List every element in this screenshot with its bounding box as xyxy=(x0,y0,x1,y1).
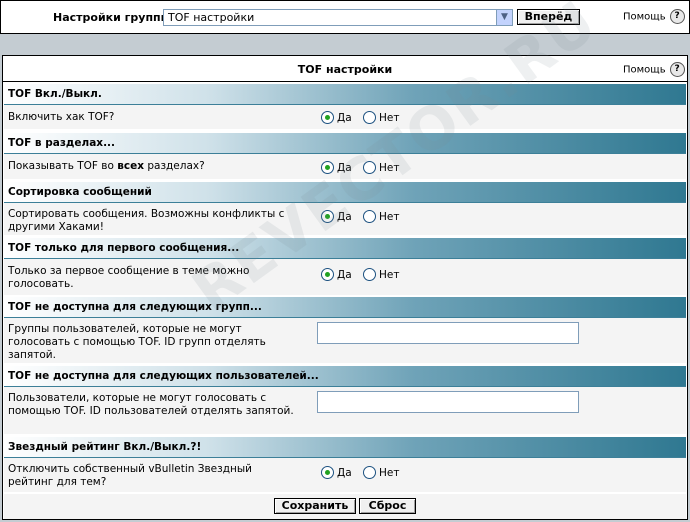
save-button[interactable]: Сохранить xyxy=(274,498,356,514)
radio-yes-label: Да xyxy=(337,210,352,223)
form-footer: Сохранить Сброс xyxy=(4,494,686,519)
setting-row-excluded-groups: Группы пользователей, которые не могут г… xyxy=(4,318,686,364)
desc-text: разделах? xyxy=(144,160,205,172)
next-button[interactable]: Вперёд xyxy=(517,9,580,25)
radio-group-disable-star-rating: Да Нет xyxy=(321,466,407,479)
setting-row-enable-tof: Включить хак TOF? Да Нет xyxy=(4,105,686,130)
section-title: Сортировка сообщений xyxy=(8,186,152,198)
desc-text: Показывать TOF во xyxy=(8,160,118,172)
help-icon: ? xyxy=(669,62,685,77)
radio-no[interactable] xyxy=(362,210,376,223)
group-settings-bar: Настройки группы TOF настройки ▼ Вперёд … xyxy=(0,0,690,34)
radio-no-label: Нет xyxy=(378,268,400,281)
radio-no[interactable] xyxy=(362,161,376,174)
excluded-groups-input[interactable] xyxy=(317,322,579,344)
setting-row-excluded-users: Пользователи, которые не могут голосоват… xyxy=(4,387,686,435)
top-help-label: Помощь xyxy=(623,11,666,23)
setting-description: Только за первое сообщение в теме можно … xyxy=(8,265,250,290)
radio-no-label: Нет xyxy=(378,161,400,174)
reset-button[interactable]: Сброс xyxy=(359,498,416,514)
radio-no[interactable] xyxy=(362,466,376,479)
setting-description: Пользователи, которые не могут голосоват… xyxy=(8,392,294,417)
desc-bold: всех xyxy=(117,160,145,172)
panel-title: TOF настройки xyxy=(297,63,393,76)
radio-yes[interactable] xyxy=(321,161,334,174)
section-title: TOF только для первого сообщения... xyxy=(8,242,240,254)
panel-help-link[interactable]: Помощь? xyxy=(623,62,685,77)
radio-yes[interactable] xyxy=(321,268,334,281)
radio-yes[interactable] xyxy=(321,210,334,223)
radio-yes-label: Да xyxy=(337,268,352,281)
radio-group-first-post-only: Да Нет xyxy=(321,268,407,281)
setting-row-show-all-forums: Показывать TOF во всех разделах? Да Нет xyxy=(4,154,686,180)
setting-row-first-post-only: Только за первое сообщение в теме можно … xyxy=(4,259,686,296)
radio-yes-label: Да xyxy=(337,161,352,174)
top-help-link[interactable]: Помощь? xyxy=(623,9,685,24)
setting-description: Группы пользователей, которые не могут г… xyxy=(8,323,266,361)
radio-group-show-all-forums: Да Нет xyxy=(321,161,407,174)
section-header-excluded-users: TOF не доступна для следующих пользовате… xyxy=(4,366,686,387)
section-title: TOF в разделах... xyxy=(8,137,116,149)
setting-row-disable-star-rating: Отключить собственный vBulletin Звездный… xyxy=(4,458,686,493)
panel-header: TOF настройки Помощь? xyxy=(3,56,687,82)
group-settings-label: Настройки группы xyxy=(53,11,171,24)
group-settings-select-value: TOF настройки xyxy=(168,11,255,24)
section-title: TOF Вкл./Выкл. xyxy=(8,88,102,100)
radio-yes-label: Да xyxy=(337,111,352,124)
radio-no-label: Нет xyxy=(378,111,400,124)
section-title: TOF не доступна для следующих групп... xyxy=(8,301,262,313)
radio-no-label: Нет xyxy=(378,466,400,479)
section-header-star-rating: Звездный рейтинг Вкл./Выкл.?! xyxy=(4,437,686,458)
section-header-first-post: TOF только для первого сообщения... xyxy=(4,238,686,259)
setting-description: Отключить собственный vBulletin Звездный… xyxy=(8,463,252,488)
tof-settings-panel: TOF настройки Помощь? TOF Вкл./Выкл. Вкл… xyxy=(2,55,688,520)
chevron-down-icon[interactable]: ▼ xyxy=(496,10,512,25)
radio-yes[interactable] xyxy=(321,111,334,124)
setting-row-sort-messages: Сортировать сообщения. Возможны конфликт… xyxy=(4,203,686,236)
radio-yes-label: Да xyxy=(337,466,352,479)
section-header-excluded-groups: TOF не доступна для следующих групп... xyxy=(4,297,686,318)
section-header-tof-forums: TOF в разделах... xyxy=(4,133,686,154)
section-header-sort-messages: Сортировка сообщений xyxy=(4,182,686,203)
excluded-users-input[interactable] xyxy=(317,391,579,413)
section-title: TOF не доступна для следующих пользовате… xyxy=(8,370,319,382)
group-settings-select[interactable]: TOF настройки ▼ xyxy=(163,9,513,26)
radio-yes[interactable] xyxy=(321,466,334,479)
setting-description: Сортировать сообщения. Возможны конфликт… xyxy=(8,208,285,233)
setting-description: Включить хак TOF? xyxy=(8,111,115,123)
radio-no[interactable] xyxy=(362,111,376,124)
section-title: Звездный рейтинг Вкл./Выкл.?! xyxy=(8,441,202,453)
radio-group-sort-messages: Да Нет xyxy=(321,210,407,223)
radio-group-enable-tof: Да Нет xyxy=(321,111,407,124)
setting-description: Показывать TOF во всех разделах? xyxy=(8,160,298,173)
radio-no-label: Нет xyxy=(378,210,400,223)
section-header-tof-toggle: TOF Вкл./Выкл. xyxy=(4,84,686,105)
help-icon: ? xyxy=(669,9,685,24)
radio-no[interactable] xyxy=(362,268,376,281)
panel-help-label: Помощь xyxy=(623,64,666,76)
